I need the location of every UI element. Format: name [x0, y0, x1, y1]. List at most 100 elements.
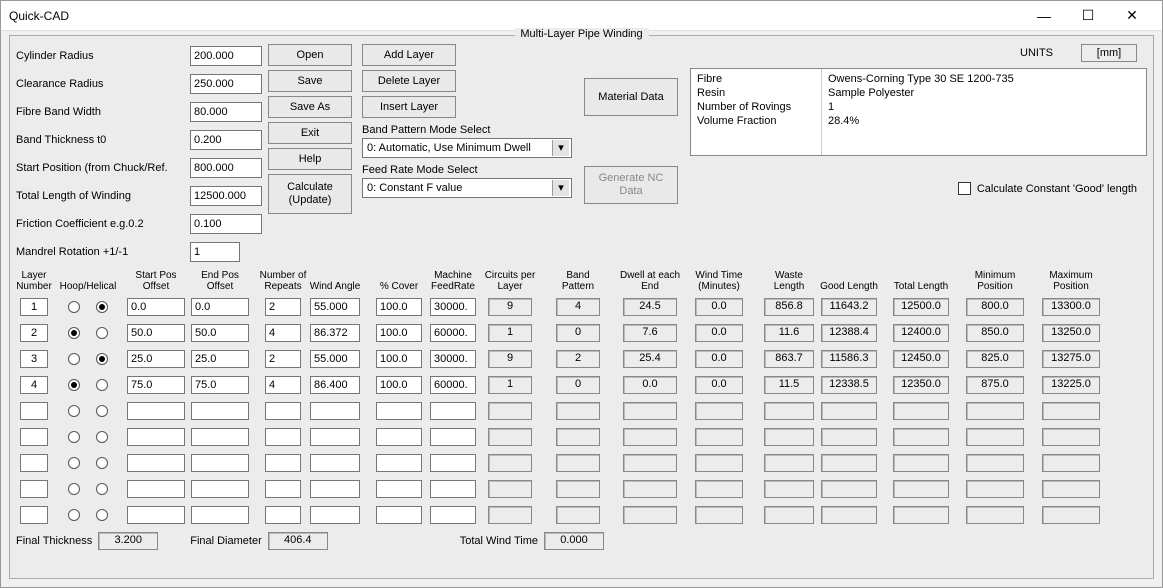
hoop-radio[interactable]	[68, 327, 80, 339]
wind-angle-input[interactable]	[310, 402, 360, 420]
wind-angle-input[interactable]	[310, 506, 360, 524]
helical-radio[interactable]	[96, 509, 108, 521]
generate-nc-button[interactable]: Generate NC Data	[584, 166, 678, 204]
hoop-radio[interactable]	[68, 457, 80, 469]
pct-cover-input[interactable]	[376, 428, 422, 446]
feed-rate-input[interactable]	[430, 324, 476, 342]
pct-cover-input[interactable]	[376, 298, 422, 316]
helical-radio[interactable]	[96, 405, 108, 417]
maximize-icon[interactable]: ☐	[1066, 2, 1110, 30]
band-pattern-mode-select[interactable]: 0: Automatic, Use Minimum Dwell	[362, 138, 572, 158]
end-pos-offset-input[interactable]	[191, 480, 249, 498]
end-pos-offset-input[interactable]	[191, 298, 249, 316]
num-repeats-input[interactable]	[265, 350, 301, 368]
num-repeats-input[interactable]	[265, 298, 301, 316]
feed-rate-input[interactable]	[430, 454, 476, 472]
helical-radio[interactable]	[96, 379, 108, 391]
helical-radio[interactable]	[96, 327, 108, 339]
hoop-radio[interactable]	[68, 405, 80, 417]
feed-rate-input[interactable]	[430, 402, 476, 420]
feed-rate-mode-select[interactable]: 0: Constant F value	[362, 178, 572, 198]
open-button[interactable]: Open	[268, 44, 352, 66]
helical-radio[interactable]	[96, 301, 108, 313]
num-repeats-input[interactable]	[265, 376, 301, 394]
total-length-input[interactable]	[190, 186, 262, 206]
start-pos-offset-input[interactable]	[127, 506, 185, 524]
helical-radio[interactable]	[96, 431, 108, 443]
num-repeats-input[interactable]	[265, 480, 301, 498]
start-pos-offset-input[interactable]	[127, 376, 185, 394]
hoop-radio[interactable]	[68, 353, 80, 365]
wind-angle-input[interactable]	[310, 376, 360, 394]
end-pos-offset-input[interactable]	[191, 402, 249, 420]
hoop-radio[interactable]	[68, 379, 80, 391]
end-pos-offset-input[interactable]	[191, 454, 249, 472]
helical-radio[interactable]	[96, 483, 108, 495]
help-button[interactable]: Help	[268, 148, 352, 170]
helical-radio[interactable]	[96, 457, 108, 469]
feed-rate-input[interactable]	[430, 376, 476, 394]
start-position-input[interactable]	[190, 158, 262, 178]
start-pos-offset-input[interactable]	[127, 480, 185, 498]
pct-cover-input[interactable]	[376, 402, 422, 420]
pct-cover-input[interactable]	[376, 324, 422, 342]
start-pos-offset-input[interactable]	[127, 350, 185, 368]
calc-good-length-checkbox[interactable]	[958, 182, 971, 195]
clearance-radius-input[interactable]	[190, 74, 262, 94]
hoop-radio[interactable]	[68, 509, 80, 521]
start-pos-offset-input[interactable]	[127, 428, 185, 446]
wind-angle-input[interactable]	[310, 298, 360, 316]
info-resin-label: Resin	[697, 87, 815, 99]
save-button[interactable]: Save	[268, 70, 352, 92]
feed-rate-input[interactable]	[430, 350, 476, 368]
helical-radio[interactable]	[96, 353, 108, 365]
pct-cover-input[interactable]	[376, 480, 422, 498]
start-pos-offset-input[interactable]	[127, 402, 185, 420]
add-layer-button[interactable]: Add Layer	[362, 44, 456, 66]
wind-angle-input[interactable]	[310, 324, 360, 342]
wind-angle-input[interactable]	[310, 480, 360, 498]
end-pos-offset-input[interactable]	[191, 428, 249, 446]
calculate-button[interactable]: Calculate (Update)	[268, 174, 352, 214]
num-repeats-input[interactable]	[265, 454, 301, 472]
wind-angle-input[interactable]	[310, 454, 360, 472]
feed-rate-input[interactable]	[430, 298, 476, 316]
start-pos-offset-input[interactable]	[127, 454, 185, 472]
num-repeats-input[interactable]	[265, 506, 301, 524]
hoop-radio[interactable]	[68, 301, 80, 313]
minimize-icon[interactable]: —	[1022, 2, 1066, 30]
pct-cover-input[interactable]	[376, 376, 422, 394]
exit-button[interactable]: Exit	[268, 122, 352, 144]
end-pos-offset-input[interactable]	[191, 376, 249, 394]
feed-rate-input[interactable]	[430, 428, 476, 446]
friction-coeff-input[interactable]	[190, 214, 262, 234]
band-thickness-input[interactable]	[190, 130, 262, 150]
pct-cover-input[interactable]	[376, 506, 422, 524]
hoop-radio[interactable]	[68, 483, 80, 495]
close-icon[interactable]: ✕	[1110, 2, 1154, 30]
pct-cover-input[interactable]	[376, 454, 422, 472]
num-repeats-input[interactable]	[265, 402, 301, 420]
cylinder-radius-input[interactable]	[190, 46, 262, 66]
mandrel-rotation-input[interactable]	[190, 242, 240, 262]
feed-rate-input[interactable]	[430, 506, 476, 524]
wind-angle-input[interactable]	[310, 350, 360, 368]
hoop-radio[interactable]	[68, 431, 80, 443]
good-length-value	[821, 428, 877, 446]
delete-layer-button[interactable]: Delete Layer	[362, 70, 456, 92]
pct-cover-input[interactable]	[376, 350, 422, 368]
save-as-button[interactable]: Save As	[268, 96, 352, 118]
start-pos-offset-input[interactable]	[127, 298, 185, 316]
insert-layer-button[interactable]: Insert Layer	[362, 96, 456, 118]
num-repeats-input[interactable]	[265, 428, 301, 446]
layer-row: 107.60.011.612388.412400.0850.013250.0	[16, 322, 1147, 344]
end-pos-offset-input[interactable]	[191, 350, 249, 368]
num-repeats-input[interactable]	[265, 324, 301, 342]
material-data-button[interactable]: Material Data	[584, 78, 678, 116]
start-pos-offset-input[interactable]	[127, 324, 185, 342]
end-pos-offset-input[interactable]	[191, 324, 249, 342]
wind-angle-input[interactable]	[310, 428, 360, 446]
end-pos-offset-input[interactable]	[191, 506, 249, 524]
fibre-band-width-input[interactable]	[190, 102, 262, 122]
feed-rate-input[interactable]	[430, 480, 476, 498]
